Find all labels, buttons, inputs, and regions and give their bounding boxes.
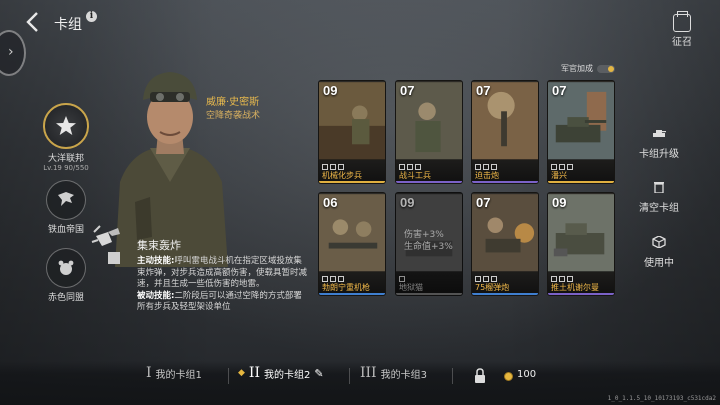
card-cost: 07: [476, 195, 491, 210]
card-name: 75榴弹炮: [475, 283, 510, 292]
card-bonus-stats: 伤害+3% 生命值+3%: [404, 229, 453, 253]
rarity-bar: [319, 293, 385, 295]
gold-coin-icon: [504, 372, 513, 381]
clear-deck-button[interactable]: 清空卡组: [634, 180, 684, 214]
health-bonus: 生命值+3%: [404, 242, 453, 252]
deck-tab-label: 我的卡组3: [380, 369, 427, 381]
officer-bonus-toggle[interactable]: [597, 64, 615, 73]
card-name: 潘兴: [551, 171, 567, 180]
unit-card[interactable]: 09 推土机谢尔曼: [547, 192, 615, 296]
officer-bonus-label: 军官加成: [561, 64, 593, 73]
tank-icon: [653, 130, 666, 137]
card-cost: 09: [323, 83, 338, 98]
skill-title: 集束轰炸: [137, 239, 181, 252]
trash-icon: [654, 182, 664, 194]
faction-ocean-federation[interactable]: 大洋联邦 Lv.19 90/550: [40, 103, 92, 172]
faction-red-alliance[interactable]: 赤色同盟: [40, 248, 92, 303]
deck-tab-3[interactable]: III 我的卡组3: [360, 365, 427, 381]
star-icon: [43, 103, 89, 149]
rarity-bar: [472, 293, 538, 295]
active-skill-label: 主动技能:: [137, 256, 175, 266]
page-title: 卡组: [54, 17, 82, 33]
faction-level: Lv.19 90/550: [43, 164, 89, 172]
card-cost: 09: [552, 195, 567, 210]
deck-tab-numeral: II: [248, 365, 260, 381]
rarity-bar: [396, 293, 462, 295]
officer-bonus: 军官加成: [561, 63, 615, 74]
back-arrow-icon[interactable]: [22, 10, 46, 34]
unit-card[interactable]: 06 勃朗宁重机枪: [318, 192, 386, 296]
unit-card-locked[interactable]: 09 伤害+3% 生命值+3% 地狱猫: [395, 192, 463, 296]
card-name: 迫击炮: [475, 171, 499, 180]
rarity-bar: [548, 293, 614, 295]
card-name: 战斗工兵: [399, 171, 431, 180]
unit-card[interactable]: 07 战斗工兵: [395, 80, 463, 184]
rarity-bar: [396, 181, 462, 183]
eagle-icon: [46, 180, 86, 220]
deck-tab-1[interactable]: I 我的卡组1: [146, 365, 202, 381]
faction-iron-empire[interactable]: 铁血帝国: [40, 180, 92, 235]
info-icon[interactable]: i: [86, 11, 97, 22]
unit-card[interactable]: 07 潘兴: [547, 80, 615, 184]
in-use-button[interactable]: 使用中: [634, 235, 684, 269]
card-cost: 07: [476, 83, 491, 98]
faction-name: 赤色同盟: [47, 293, 84, 303]
deck-tab-label: 我的卡组1: [155, 369, 202, 381]
card-cost: 09: [400, 195, 415, 210]
tab-divider: [228, 368, 229, 384]
card-cost: 07: [400, 83, 415, 98]
bear-icon: [46, 248, 86, 288]
deck-upgrade-button[interactable]: 卡组升级: [634, 126, 684, 160]
chevron-right-icon: ›: [8, 44, 14, 60]
recruit-icon: [673, 11, 691, 32]
recruit-label: 征召: [672, 37, 692, 48]
deck-tab-numeral: III: [360, 365, 377, 381]
rarity-bar: [548, 181, 614, 183]
damage-bonus: 伤害+3%: [404, 230, 444, 240]
unit-card[interactable]: 07 迫击炮: [471, 80, 539, 184]
card-cost: 06: [323, 195, 338, 210]
card-cost: 07: [552, 83, 567, 98]
card-name: 地狱猫: [399, 283, 423, 292]
commander-tactic: 空降奇袭战术: [206, 111, 261, 121]
rarity-bar: [472, 181, 538, 183]
lock-icon[interactable]: [474, 368, 486, 383]
deck-tab-numeral: I: [146, 365, 152, 381]
faction-name: 大洋联邦: [47, 154, 84, 164]
version-text: 1_0_1.1.5_10_10173193_c531cda2: [607, 395, 716, 402]
passive-skill-label: 被动技能:: [137, 290, 175, 301]
clear-deck-label: 清空卡组: [639, 203, 679, 214]
skill-description: 主动技能:呼叫雷电战斗机在指定区域投放集束炸弹，对步兵造成高额伤害，使载具暂时减…: [137, 256, 309, 314]
card-name: 机械化步兵: [322, 171, 362, 180]
unit-card[interactable]: 07 75榴弹炮: [471, 192, 539, 296]
commander-name: 威廉·史密斯: [206, 97, 260, 108]
unit-card[interactable]: 09 机械化步兵: [318, 80, 386, 184]
faction-name: 铁血帝国: [47, 225, 84, 235]
card-name: 勃朗宁重机枪: [322, 283, 370, 292]
recruit-button[interactable]: 征召: [664, 11, 700, 48]
edit-pencil-icon[interactable]: ✎: [314, 367, 323, 380]
tab-divider: [452, 368, 453, 384]
deck-tab-label: 我的卡组2: [263, 369, 311, 381]
in-use-label: 使用中: [644, 258, 674, 269]
deck-upgrade-label: 卡组升级: [639, 149, 679, 160]
tab-divider: [349, 368, 350, 384]
airstrike-skill-icon: [91, 225, 120, 264]
active-marker-icon: ◆: [238, 368, 245, 378]
card-name: 推土机谢尔曼: [551, 283, 599, 292]
rarity-bar: [319, 181, 385, 183]
box-icon: [652, 235, 666, 249]
deck-tab-2[interactable]: ◆ II 我的卡组2 ✎: [238, 365, 324, 381]
unlock-price: 100: [517, 369, 537, 380]
